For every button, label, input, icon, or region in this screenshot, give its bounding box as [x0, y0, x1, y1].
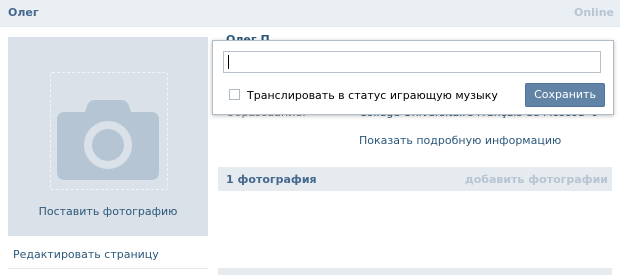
photos-header: 1 фотография добавить фотографии — [218, 167, 612, 191]
edit-page-link[interactable]: Редактировать страницу — [13, 248, 159, 261]
avatar[interactable]: Поставить фотографию — [8, 37, 208, 236]
user-name[interactable]: Олег — [8, 6, 39, 19]
add-photos-link[interactable]: добавить фотографии — [465, 173, 608, 186]
photos-title[interactable]: 1 фотография — [226, 173, 317, 186]
divider — [8, 268, 208, 269]
top-bar: Олег Online — [0, 0, 620, 27]
broadcast-music-label[interactable]: Транслировать в статус играющую музыку — [247, 89, 498, 102]
status-editor-popup: Транслировать в статус играющую музыку С… — [212, 40, 614, 115]
broadcast-music-checkbox[interactable] — [229, 89, 240, 100]
save-button[interactable]: Сохранить — [525, 83, 605, 107]
status-input[interactable] — [223, 51, 601, 73]
online-status: Online — [573, 6, 614, 19]
show-details-link[interactable]: Показать подробную информацию — [359, 134, 561, 147]
text-caret — [228, 55, 229, 69]
camera-icon — [57, 100, 159, 180]
upload-photo-link[interactable]: Поставить фотографию — [8, 205, 208, 218]
section-header — [218, 268, 612, 275]
